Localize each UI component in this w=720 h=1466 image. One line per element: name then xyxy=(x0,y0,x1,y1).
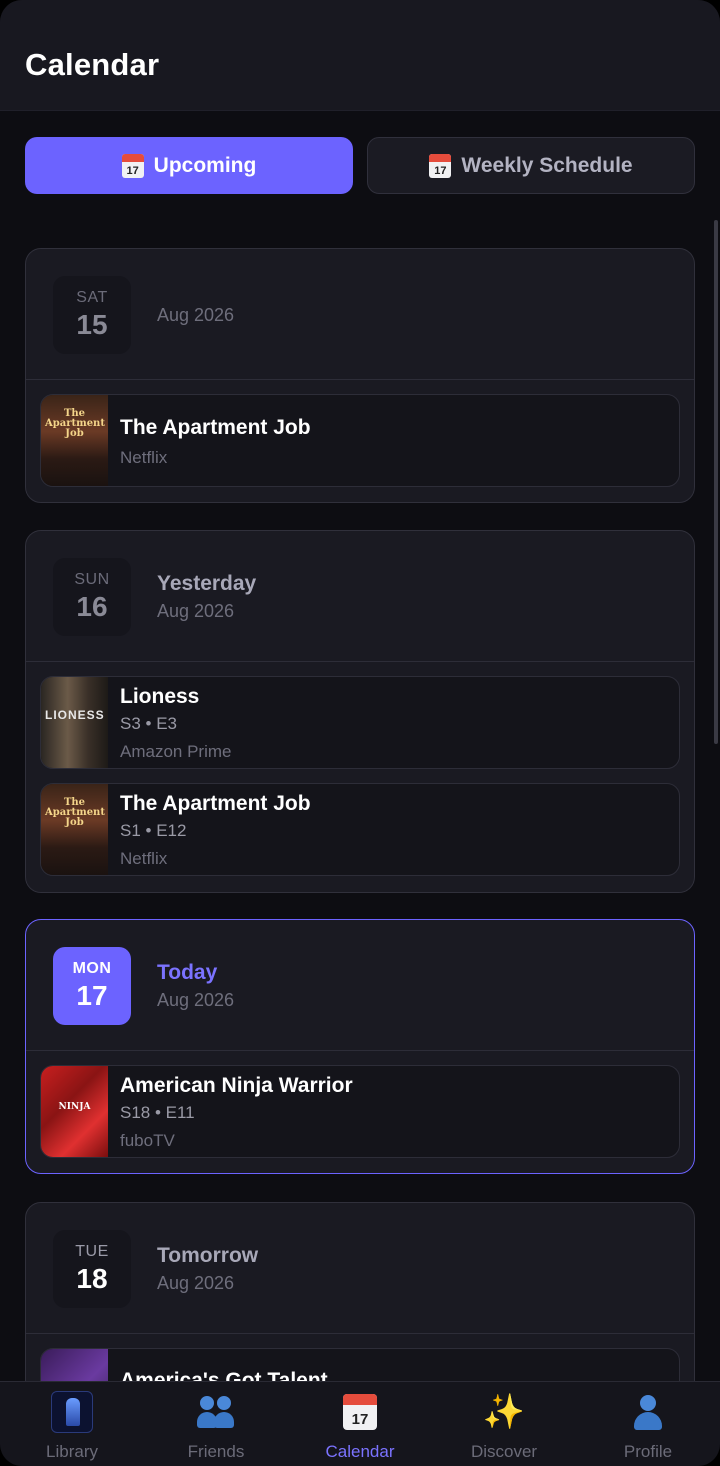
episode-item[interactable]: The Apartment Job The Apartment Job Netf… xyxy=(40,394,680,487)
network-label: Netflix xyxy=(120,849,168,868)
tab-label: Discover xyxy=(470,1442,538,1461)
month-label: Aug 2026 xyxy=(157,990,235,1010)
tab-upcoming-label: Upcoming xyxy=(153,153,257,177)
episode-item[interactable]: LIONESS Lioness S3 • E3 Amazon Prime xyxy=(40,676,680,769)
day-number: 18 xyxy=(76,1263,108,1294)
day-header: MON 17 Today Aug 2026 xyxy=(26,920,694,1051)
sparkles-icon: ✨ xyxy=(482,1393,526,1431)
month-label: Aug 2026 xyxy=(157,601,235,621)
episode-number: S18 • E11 xyxy=(120,1103,195,1122)
date-badge: TUE 18 xyxy=(53,1230,131,1308)
relative-day-label: Tomorrow xyxy=(157,1244,259,1267)
bottom-tab-bar: Library Friends 17 Calendar ✨ Discover P… xyxy=(0,1381,720,1466)
show-title: The Apartment Job xyxy=(120,416,311,439)
show-title: American Ninja Warrior xyxy=(120,1074,353,1097)
show-poster: LIONESS xyxy=(41,677,108,768)
app-window: Calendar 17 Upcoming 17 Weekly Schedule … xyxy=(0,0,720,1466)
day-card-today: MON 17 Today Aug 2026 NINJA American Nin… xyxy=(25,919,695,1174)
library-icon xyxy=(51,1391,93,1433)
network-label: fuboTV xyxy=(120,1131,175,1150)
day-of-week: TUE xyxy=(75,1243,109,1260)
show-title: Lioness xyxy=(120,685,200,708)
tab-weekly-schedule[interactable]: 17 Weekly Schedule xyxy=(367,137,695,194)
profile-icon xyxy=(630,1394,666,1430)
tab-discover[interactable]: ✨ Discover xyxy=(432,1382,576,1466)
month-label: Aug 2026 xyxy=(157,1273,235,1293)
tab-label: Profile xyxy=(623,1442,673,1461)
show-title: The Apartment Job xyxy=(120,792,311,815)
tab-label: Library xyxy=(46,1442,98,1461)
episode-number: S3 • E3 xyxy=(120,714,177,733)
network-label: Amazon Prime xyxy=(120,742,232,761)
date-badge: SAT 15 xyxy=(53,276,131,354)
relative-day-label: Today xyxy=(157,961,218,984)
day-card: SUN 16 Yesterday Aug 2026 LIONESS Liones… xyxy=(25,530,695,893)
day-of-week: MON xyxy=(72,960,112,977)
tab-friends[interactable]: Friends xyxy=(144,1382,288,1466)
header: Calendar xyxy=(0,0,720,111)
day-number: 17 xyxy=(76,980,108,1011)
episode-item[interactable]: NINJA American Ninja Warrior S18 • E11 f… xyxy=(40,1065,680,1158)
day-of-week: SUN xyxy=(74,571,110,588)
network-label: Netflix xyxy=(120,448,168,467)
day-header: SAT 15 Aug 2026 xyxy=(26,249,694,380)
show-poster: The Apartment Job xyxy=(41,784,108,875)
tab-profile[interactable]: Profile xyxy=(576,1382,720,1466)
month-label: Aug 2026 xyxy=(157,305,235,325)
day-number: 16 xyxy=(76,591,108,622)
friends-icon xyxy=(195,1394,237,1430)
day-of-week: SAT xyxy=(76,289,108,306)
relative-day-label: Yesterday xyxy=(157,572,257,595)
date-badge: MON 17 xyxy=(53,947,131,1025)
tab-label: Calendar xyxy=(325,1442,395,1461)
day-card: SAT 15 Aug 2026 The Apartment Job The Ap… xyxy=(25,248,695,503)
tab-calendar[interactable]: 17 Calendar xyxy=(288,1382,432,1466)
calendar-spiral-icon: 17 xyxy=(429,153,452,178)
calendar-icon: 17 xyxy=(343,1394,377,1430)
scrollbar[interactable] xyxy=(714,220,718,744)
date-badge: SUN 16 xyxy=(53,558,131,636)
episode-item[interactable]: The Apartment Job The Apartment Job S1 •… xyxy=(40,783,680,876)
tab-upcoming[interactable]: 17 Upcoming xyxy=(25,137,353,194)
day-header: TUE 18 Tomorrow Aug 2026 xyxy=(26,1203,694,1334)
page-title: Calendar xyxy=(25,47,160,82)
show-poster: The Apartment Job xyxy=(41,395,108,486)
tab-label: Friends xyxy=(187,1442,245,1461)
tab-weekly-schedule-label: Weekly Schedule xyxy=(461,153,633,177)
episode-number: S1 • E12 xyxy=(120,821,187,840)
show-poster: NINJA xyxy=(41,1066,108,1157)
calendar-icon: 17 xyxy=(121,153,144,178)
day-number: 15 xyxy=(76,309,108,340)
tab-library[interactable]: Library xyxy=(0,1382,144,1466)
day-header: SUN 16 Yesterday Aug 2026 xyxy=(26,531,694,662)
